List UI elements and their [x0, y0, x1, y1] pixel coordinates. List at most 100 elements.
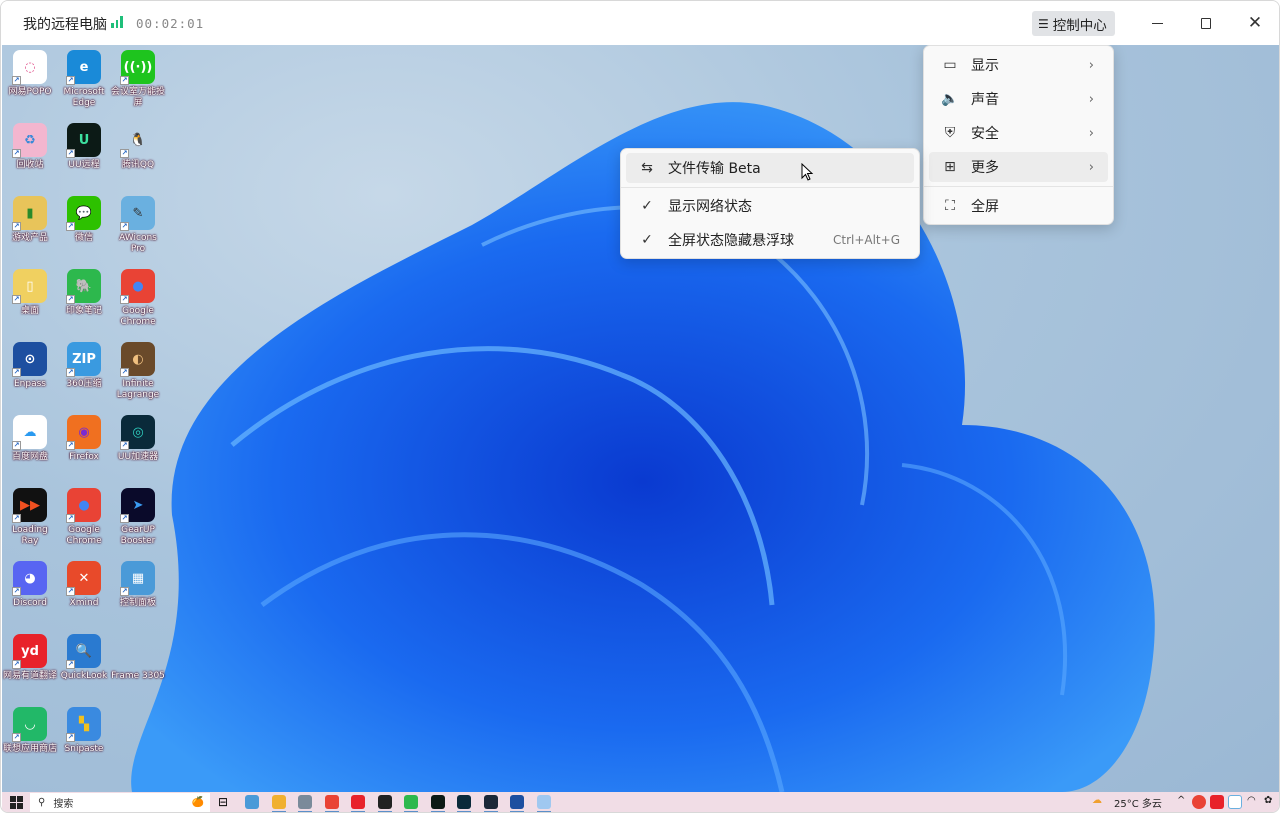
- shortcut-arrow-icon: ↗: [12, 149, 21, 158]
- desktop-icon-label: 印象笔记: [65, 306, 102, 316]
- shortcut-arrow-icon: ↗: [66, 149, 75, 158]
- app-glyph: ♻: [24, 132, 36, 148]
- desktop-icon[interactable]: ZIP ↗ 360压缩: [57, 342, 111, 390]
- taskbar-app-icon[interactable]: [510, 795, 524, 809]
- app-icon: ◎ ↗: [120, 415, 155, 450]
- maximize-icon: [1201, 17, 1211, 29]
- desktop-icon[interactable]: ◎ ↗ UU加速器: [111, 415, 165, 463]
- desktop-icon-label: AWicons Pro: [119, 233, 157, 254]
- app-icon: e ↗: [66, 50, 101, 85]
- tray-chrome-icon[interactable]: [1192, 795, 1206, 809]
- taskbar-app-icon[interactable]: [271, 795, 286, 809]
- desktop-icon[interactable]: ((·)) ↗ 会议室万能投屏: [111, 50, 165, 109]
- minimize-button[interactable]: [1144, 11, 1170, 35]
- search-icon: ⚲: [38, 797, 46, 808]
- desktop-icon[interactable]: 💬 ↗ 微信: [57, 196, 111, 244]
- desktop-icon[interactable]: ☁ ↗ 百度网盘: [3, 415, 57, 463]
- taskbar-app-icon[interactable]: [351, 795, 365, 809]
- tray-chevron-icon[interactable]: ^: [1177, 795, 1185, 806]
- submenu-item[interactable]: ✓ 显示网络状态: [626, 191, 914, 221]
- app-icon: 🐘 ↗: [66, 269, 101, 304]
- taskbar-app-icon[interactable]: [245, 795, 259, 809]
- app-icon: ▯ ↗: [12, 269, 47, 304]
- desktop-icon[interactable]: ◕ ↗ Discord: [3, 561, 57, 609]
- app-glyph: ▶▶: [20, 497, 40, 513]
- taskbar-app-icon[interactable]: [430, 795, 445, 809]
- taskbar-app-icon[interactable]: [404, 795, 418, 809]
- desktop-icon[interactable]: ▦ ↗ 控制面板: [111, 561, 165, 609]
- desktop-icon[interactable]: ▯ ↗ 桌面: [3, 269, 57, 317]
- desktop-icon[interactable]: ✕ ↗ Xmind: [57, 561, 111, 609]
- desktop-icon[interactable]: U ↗ UU远程: [57, 123, 111, 171]
- menu-item-grid[interactable]: ⊞ 更多 ›: [929, 152, 1108, 182]
- desktop-icon[interactable]: ➤ ↗ GearUP Booster: [111, 488, 165, 547]
- app-icon: ◉ ↗: [66, 415, 101, 450]
- desktop-icon[interactable]: ◉ ↗ Firefox: [57, 415, 111, 463]
- menu-item-fullscreen[interactable]: ⛶ 全屏: [929, 191, 1108, 221]
- desktop-icon-label: 回收站: [16, 160, 44, 170]
- taskbar-app-icon[interactable]: [457, 795, 471, 809]
- desktop-icon[interactable]: 🐘 ↗ 印象笔记: [57, 269, 111, 317]
- taskbar-app-icon[interactable]: [536, 795, 551, 809]
- desktop-icon-label: 腾讯QQ: [121, 160, 155, 170]
- desktop-icon[interactable]: ♻ ↗ 回收站: [3, 123, 57, 171]
- tray-popo-icon[interactable]: [1228, 795, 1242, 809]
- app-glyph: ▚: [79, 716, 89, 732]
- start-button[interactable]: [10, 796, 23, 809]
- submenu-item[interactable]: ✓ 全屏状态隐藏悬浮球 Ctrl+Alt+G: [626, 225, 914, 255]
- desktop-icon[interactable]: yd ↗ 网易有道翻译: [3, 634, 57, 682]
- shortcut-arrow-icon: ↗: [120, 295, 129, 304]
- taskbar-app-icon[interactable]: [483, 795, 498, 809]
- desktop-icon[interactable]: ◌ ↗ 网易POPO: [3, 50, 57, 98]
- taskbar: ⚲ 搜索 🍊 ⊟ ☁ 25°C 多云 ^ ◠ ✿: [2, 792, 1279, 812]
- desktop-icon[interactable]: ✎ ↗ AWicons Pro: [111, 196, 165, 255]
- weather-text[interactable]: 25°C 多云: [1114, 795, 1162, 810]
- shortcut-arrow-icon: ↗: [12, 733, 21, 742]
- submenu-item[interactable]: ⇆ 文件传输 Beta: [626, 153, 914, 183]
- tray-youdao-icon[interactable]: [1210, 795, 1224, 809]
- speaker-icon: 🔈: [941, 91, 959, 107]
- desktop-icon-label: Google Chrome: [120, 306, 156, 327]
- taskbar-app-icon[interactable]: [298, 795, 312, 809]
- taskbar-app-icon[interactable]: [324, 795, 339, 809]
- desktop-icon[interactable]: ◐ ↗ Infinite Lagrange: [111, 342, 165, 401]
- desktop-icon[interactable]: ▮ ↗ 游戏产品: [3, 196, 57, 244]
- desktop-icon-label: 微信: [74, 233, 93, 243]
- desktop-icon[interactable]: 🔍 ↗ QuickLook: [57, 634, 111, 682]
- language-icon[interactable]: ✿: [1264, 795, 1272, 806]
- desktop-icon[interactable]: ⊙ ↗ Enpass: [3, 342, 57, 390]
- app-glyph: ●: [132, 278, 144, 294]
- desktop-icon[interactable]: ● ↗ Google Chrome: [111, 269, 165, 328]
- desktop-icon[interactable]: ▶▶ ↗ Loading Ray: [3, 488, 57, 547]
- desktop-icon[interactable]: ◡ ↗ 联想应用商店: [3, 707, 57, 755]
- close-button[interactable]: ✕: [1242, 11, 1268, 35]
- control-center-button[interactable]: ☰ 控制中心: [1032, 11, 1115, 36]
- desktop-icon[interactable]: ▚ ↗ Snipaste: [57, 707, 111, 755]
- taskbar-app-icon[interactable]: [377, 795, 392, 809]
- desktop-icon[interactable]: 🐧 ↗ 腾讯QQ: [111, 123, 165, 171]
- app-glyph: ◌: [24, 59, 36, 75]
- desktop-icon-label: Microsoft Edge: [63, 87, 105, 108]
- check-icon: ✓: [641, 198, 653, 214]
- shortcut-arrow-icon: ↗: [66, 587, 75, 596]
- menu-item-speaker[interactable]: 🔈 声音 ›: [929, 84, 1108, 114]
- task-view-icon[interactable]: ⊟: [218, 795, 228, 809]
- shortcut-arrow-icon: ↗: [66, 660, 75, 669]
- maximize-button[interactable]: [1193, 11, 1219, 35]
- app-glyph: 🐘: [75, 278, 93, 294]
- app-icon: ◐ ↗: [120, 342, 155, 377]
- desktop-icon[interactable]: ● ↗ Google Chrome: [57, 488, 111, 547]
- grid-icon: ⊞: [944, 159, 956, 175]
- menu-item-monitor[interactable]: ▭ 显示 ›: [929, 50, 1108, 80]
- app-glyph: ⊙: [24, 351, 36, 367]
- desktop-icon[interactable]: e ↗ Microsoft Edge: [57, 50, 111, 109]
- remote-desktop[interactable]: ◌ ↗ 网易POPO e ↗ Microsoft Edge ((·)) ↗ 会议室万能投屏 ♻ ↗ 回…: [2, 45, 1279, 792]
- menu-item-shield[interactable]: ⛨ 安全 ›: [929, 118, 1108, 148]
- desktop-icon-label: Loading Ray: [12, 525, 48, 546]
- wifi-icon[interactable]: ◠: [1247, 795, 1256, 806]
- desktop-icon[interactable]: Frame 3305: [111, 634, 165, 682]
- app-glyph: ✕: [78, 570, 90, 586]
- taskbar-search[interactable]: ⚲ 搜索 🍊: [30, 793, 210, 812]
- shortcut-arrow-icon: ↗: [66, 222, 75, 231]
- app-glyph: ●: [78, 497, 90, 513]
